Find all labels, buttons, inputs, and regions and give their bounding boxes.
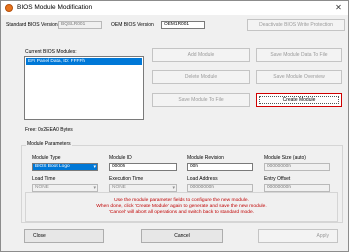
execution-time-value: NONE <box>112 185 126 190</box>
standard-version-field: BQSLR001 <box>58 21 102 29</box>
entry-offset-field: 00000000h <box>264 184 330 192</box>
save-module-overview-button[interactable]: Save Module Overview <box>256 70 342 84</box>
app-icon <box>5 4 13 12</box>
module-revision-input[interactable]: 00h <box>187 163 253 171</box>
entry-offset-label: Entry Offset <box>264 176 291 182</box>
oem-version-label: OEM BIOS Version <box>111 22 154 28</box>
current-modules-label: Current BIOS Modules: <box>25 49 77 55</box>
module-id-label: Module ID <box>109 155 132 161</box>
chevron-down-icon: ▾ <box>93 185 96 191</box>
module-type-label: Module Type <box>32 155 61 161</box>
module-type-value: BIOS Boot Logo <box>35 164 70 169</box>
module-revision-label: Module Revision <box>187 155 224 161</box>
load-address-field: 00000000h <box>187 184 253 192</box>
modules-listbox[interactable]: EFI Panel Data, ID: FFFFh <box>24 56 144 120</box>
create-module-button[interactable]: Create Module <box>256 93 342 107</box>
module-size-label: Module Size (auto) <box>264 155 306 161</box>
load-time-select[interactable]: NONE ▾ <box>32 184 98 192</box>
module-list-item[interactable]: EFI Panel Data, ID: FFFFh <box>26 58 142 65</box>
module-id-input[interactable]: 0000h <box>109 163 177 171</box>
add-module-button[interactable]: Add Module <box>152 48 250 62</box>
load-address-label: Load Address <box>187 176 218 182</box>
title-bar[interactable]: BIOS Module Modification ✕ <box>1 1 348 15</box>
chevron-down-icon: ▾ <box>172 185 175 191</box>
chevron-down-icon: ▾ <box>93 164 96 170</box>
save-module-data-button[interactable]: Save Module Data To File <box>256 48 342 62</box>
delete-module-button[interactable]: Delete Module <box>152 70 250 84</box>
close-button[interactable]: Close <box>24 229 104 243</box>
cancel-button[interactable]: Cancel <box>141 229 223 243</box>
load-time-label: Load Time <box>32 176 56 182</box>
execution-time-select[interactable]: NONE ▾ <box>109 184 177 192</box>
execution-time-label: Execution Time <box>109 176 144 182</box>
load-time-value: NONE <box>35 185 49 190</box>
standard-version-label: Standard BIOS Version <box>6 22 58 28</box>
window-title: BIOS Module Modification <box>17 4 93 11</box>
oem-version-field[interactable]: OEM1R001 <box>161 21 205 29</box>
info-message-line3: 'Cancel' will abort all operations and s… <box>108 210 255 215</box>
module-parameters-title: Module Parameters <box>26 141 72 148</box>
deactivate-write-protection-button[interactable]: Deactivate BIOS Write Protection <box>247 19 345 31</box>
free-space-text: Free: 0x2EEA0 Bytes <box>25 127 73 133</box>
module-type-select[interactable]: BIOS Boot Logo ▾ <box>32 163 98 171</box>
module-size-field: 00000000h <box>264 163 330 171</box>
bios-module-dialog: BIOS Module Modification ✕ Standard BIOS… <box>0 0 349 252</box>
apply-button[interactable]: Apply <box>258 229 338 243</box>
close-icon[interactable]: ✕ <box>334 3 343 12</box>
save-module-to-file-button[interactable]: Save Module To File <box>152 93 250 107</box>
